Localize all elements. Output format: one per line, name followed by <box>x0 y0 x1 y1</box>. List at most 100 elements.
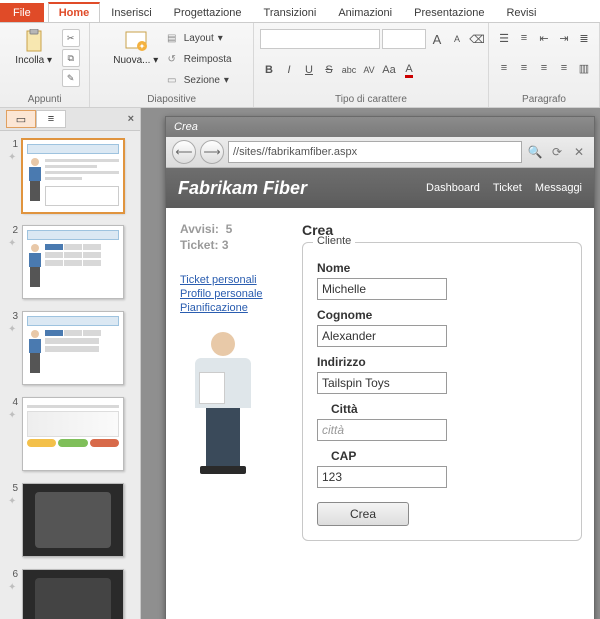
slide-thumb-5[interactable] <box>22 483 124 557</box>
underline-button[interactable]: U <box>300 61 318 79</box>
group-clipboard-label: Appunti <box>6 94 83 107</box>
create-button[interactable]: Crea <box>317 502 409 526</box>
new-slide-button[interactable]: ✦ Nuova... ▾ <box>112 25 160 66</box>
align-left-button[interactable]: ≡ <box>495 59 513 77</box>
format-painter-button[interactable]: ✎ <box>62 69 80 87</box>
section-icon: ▭ <box>164 72 180 88</box>
stop-button[interactable]: ✕ <box>570 143 588 161</box>
tab-transitions[interactable]: Transizioni <box>253 3 328 22</box>
ribbon: Incolla ▾ ✂ ⧉ ✎ Appunti ✦ Nuova... ▾ ▤La… <box>0 23 600 108</box>
bullets-button[interactable]: ☰ <box>495 29 513 47</box>
outline-view-tab[interactable]: ≡ <box>36 110 66 128</box>
reset-icon: ↺ <box>164 51 180 67</box>
slide-thumb-6[interactable] <box>22 569 124 619</box>
char-spacing-button[interactable]: AV <box>360 61 378 79</box>
tab-animations[interactable]: Animazioni <box>327 3 403 22</box>
address-bar[interactable]: //sites//fabrikamfiber.aspx <box>228 141 522 163</box>
browser-title: Crea <box>166 117 594 137</box>
animation-indicator-icon: ✦ <box>8 152 18 163</box>
numbering-button[interactable]: ≡ <box>515 29 533 47</box>
slide-number: 3 <box>8 311 18 322</box>
grow-font-button[interactable]: A <box>428 30 446 48</box>
close-panel-button[interactable]: × <box>128 113 134 125</box>
svg-text:✦: ✦ <box>138 42 145 51</box>
align-center-button[interactable]: ≡ <box>515 59 533 77</box>
search-icon[interactable]: 🔍 <box>526 143 544 161</box>
surname-input[interactable]: Alexander <box>317 325 447 347</box>
copy-button[interactable]: ⧉ <box>62 49 80 67</box>
change-case-button[interactable]: Aa <box>380 61 398 79</box>
site-brand: Fabrikam Fiber <box>178 178 307 199</box>
line-spacing-button[interactable]: ≣ <box>575 29 593 47</box>
nav-ticket[interactable]: Ticket <box>493 182 522 194</box>
tickets-value: 3 <box>222 238 229 252</box>
indent-button[interactable]: ⇥ <box>555 29 573 47</box>
italic-button[interactable]: I <box>280 61 298 79</box>
paste-button[interactable]: Incolla ▾ <box>10 25 58 66</box>
section-button[interactable]: ▭Sezione ▾ <box>164 71 232 89</box>
tab-home[interactable]: Home <box>48 2 101 22</box>
slide-number: 6 <box>8 569 18 580</box>
shrink-font-button[interactable]: A <box>448 30 466 48</box>
slide-number: 4 <box>8 397 18 408</box>
forward-button[interactable]: ⟶ <box>200 140 224 164</box>
group-paragraph-label: Paragrafo <box>495 94 593 107</box>
slide-number: 5 <box>8 483 18 494</box>
new-slide-icon: ✦ <box>124 29 148 53</box>
bold-button[interactable]: B <box>260 61 278 79</box>
nav-messages[interactable]: Messaggi <box>535 182 582 194</box>
outdent-button[interactable]: ⇤ <box>535 29 553 47</box>
site-nav: Dashboard Ticket Messaggi <box>416 182 582 194</box>
slide-thumb-1[interactable] <box>22 139 124 213</box>
tab-slideshow[interactable]: Presentazione <box>403 3 495 22</box>
tab-review[interactable]: Revisi <box>495 3 547 22</box>
align-right-button[interactable]: ≡ <box>535 59 553 77</box>
slide-thumb-4[interactable] <box>22 397 124 471</box>
font-family-combo[interactable] <box>260 29 380 49</box>
nav-dashboard[interactable]: Dashboard <box>426 182 480 194</box>
address-input[interactable]: Tailspin Toys <box>317 372 447 394</box>
strike-button[interactable]: S <box>320 61 338 79</box>
font-color-button[interactable]: A <box>400 61 418 79</box>
tab-insert[interactable]: Inserisci <box>100 3 162 22</box>
tickets-label: Ticket: <box>180 238 218 252</box>
font-size-combo[interactable] <box>382 29 426 49</box>
client-fieldset: Cliente Nome Michelle Cognome Alexander … <box>302 242 582 541</box>
city-input[interactable]: città <box>317 419 447 441</box>
group-slides-label: Diapositive <box>96 94 247 107</box>
refresh-button[interactable]: ⟳ <box>548 143 566 161</box>
tab-design[interactable]: Progettazione <box>163 3 253 22</box>
slides-view-tab[interactable]: ▭ <box>6 110 36 128</box>
embedded-browser: Crea ⟵ ⟶ //sites//fabrikamfiber.aspx 🔍 ⟳… <box>165 116 595 619</box>
slide-panel: ▭ ≡ × 1✦ 2✦ 3✦ 4✦ 5✦ 6✦ <box>0 108 141 619</box>
shadow-button[interactable]: abc <box>340 61 358 79</box>
layout-button[interactable]: ▤Layout ▾ <box>164 29 232 47</box>
paste-label: Incolla <box>15 55 44 66</box>
link-personal-tickets[interactable]: Ticket personali <box>180 274 288 286</box>
back-button[interactable]: ⟵ <box>172 140 196 164</box>
zip-input[interactable]: 123 <box>317 466 447 488</box>
surname-label: Cognome <box>317 308 567 322</box>
slide-thumb-3[interactable] <box>22 311 124 385</box>
city-label: Città <box>331 402 567 416</box>
animation-indicator-icon: ✦ <box>8 582 18 593</box>
cut-button[interactable]: ✂ <box>62 29 80 47</box>
employee-photo <box>180 332 266 472</box>
animation-indicator-icon: ✦ <box>8 496 18 507</box>
link-personal-profile[interactable]: Profilo personale <box>180 288 288 300</box>
alerts-value: 5 <box>226 222 233 236</box>
slide-thumb-2[interactable] <box>22 225 124 299</box>
clear-format-button[interactable]: ⌫ <box>468 30 486 48</box>
slide-editor: Crea ⟵ ⟶ //sites//fabrikamfiber.aspx 🔍 ⟳… <box>141 108 600 619</box>
clipboard-icon <box>22 29 46 53</box>
tab-file[interactable]: File <box>0 3 44 22</box>
reset-button[interactable]: ↺Reimposta <box>164 50 232 68</box>
columns-button[interactable]: ▥ <box>575 59 593 77</box>
new-slide-label: Nuova... <box>113 55 150 66</box>
alerts-label: Avvisi: <box>180 222 219 236</box>
name-input[interactable]: Michelle <box>317 278 447 300</box>
address-label: Indirizzo <box>317 355 567 369</box>
link-planning[interactable]: Pianificazione <box>180 302 288 314</box>
justify-button[interactable]: ≡ <box>555 59 573 77</box>
animation-indicator-icon: ✦ <box>8 324 18 335</box>
